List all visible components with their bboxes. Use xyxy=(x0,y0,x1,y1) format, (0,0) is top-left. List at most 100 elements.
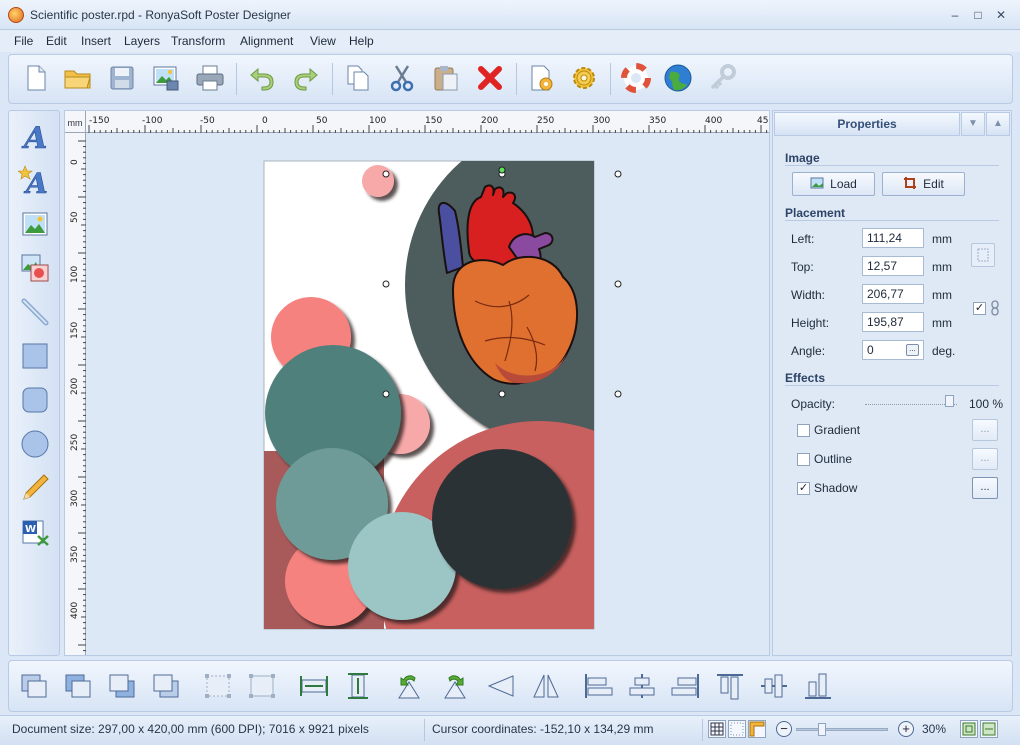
clipart-icon[interactable] xyxy=(18,251,52,285)
print-icon[interactable] xyxy=(193,61,227,95)
paste-icon[interactable] xyxy=(429,61,463,95)
handle-middle-left[interactable] xyxy=(382,280,390,288)
close-button[interactable]: ✕ xyxy=(991,7,1011,23)
zoom-slider-track[interactable] xyxy=(796,728,888,731)
handle-middle-right[interactable] xyxy=(614,280,622,288)
options-gear-icon[interactable] xyxy=(567,61,601,95)
zoom-out-icon[interactable]: − xyxy=(776,721,792,737)
reset-size-button[interactable] xyxy=(971,243,995,267)
ungroup-icon[interactable] xyxy=(245,669,279,703)
rotation-handle[interactable] xyxy=(498,166,506,174)
height-field[interactable] xyxy=(862,312,924,332)
rounded-rectangle-icon[interactable] xyxy=(18,383,52,417)
group-icon[interactable] xyxy=(201,669,235,703)
menu-layers[interactable]: Layers xyxy=(124,34,160,48)
handle-bottom-left[interactable] xyxy=(382,390,390,398)
rulers-icon[interactable] xyxy=(748,720,766,738)
charcoal-circle[interactable] xyxy=(432,449,572,589)
handle-bottom-middle[interactable] xyxy=(498,390,506,398)
web-globe-icon[interactable] xyxy=(661,61,695,95)
text-icon[interactable]: A xyxy=(18,119,52,153)
align-center-icon[interactable] xyxy=(625,669,659,703)
align-right-icon[interactable] xyxy=(669,669,703,703)
send-backward-icon[interactable] xyxy=(105,669,139,703)
cut-icon[interactable] xyxy=(385,61,419,95)
gradient-settings-button[interactable]: ... xyxy=(972,419,998,441)
align-left-icon[interactable] xyxy=(581,669,615,703)
poster-canvas[interactable] xyxy=(65,111,770,656)
align-top-icon[interactable] xyxy=(713,669,747,703)
properties-header[interactable]: Properties xyxy=(774,112,960,136)
fit-height-icon[interactable] xyxy=(341,669,375,703)
opacity-slider-track[interactable] xyxy=(865,399,957,405)
effects-section-title: Effects xyxy=(785,371,826,385)
bring-to-front-icon[interactable] xyxy=(17,669,51,703)
canvas-area[interactable]: mm -150 -100 -50 0 50 100 150 200 250 30… xyxy=(64,110,770,656)
top-field[interactable] xyxy=(862,256,924,276)
collapse-icon[interactable]: ▼ xyxy=(961,112,985,136)
menu-edit[interactable]: Edit xyxy=(46,34,67,48)
line-icon[interactable] xyxy=(18,295,52,329)
bring-forward-icon[interactable] xyxy=(61,669,95,703)
export-image-icon[interactable] xyxy=(149,61,183,95)
redo-icon[interactable] xyxy=(289,61,323,95)
left-field[interactable] xyxy=(862,228,924,248)
align-bottom-icon[interactable] xyxy=(801,669,835,703)
art-text-icon[interactable]: A xyxy=(18,163,52,197)
zoom-slider-thumb[interactable] xyxy=(818,723,826,736)
new-file-icon[interactable] xyxy=(19,61,53,95)
save-icon[interactable] xyxy=(105,61,139,95)
copy-icon[interactable] xyxy=(341,61,375,95)
grid-icon[interactable] xyxy=(708,720,726,738)
menu-insert[interactable]: Insert xyxy=(81,34,111,48)
pencil-icon[interactable] xyxy=(18,471,52,505)
maximize-button[interactable]: □ xyxy=(968,7,988,23)
page-settings-icon[interactable] xyxy=(525,61,559,95)
menu-alignment[interactable]: Alignment xyxy=(240,34,293,48)
outline-checkbox[interactable] xyxy=(797,453,810,466)
menu-view[interactable]: View xyxy=(310,34,336,48)
menu-help[interactable]: Help xyxy=(349,34,374,48)
fit-width-zoom-icon[interactable] xyxy=(980,720,998,738)
lock-ratio-checkbox[interactable]: ✓ xyxy=(973,302,986,315)
word-document-icon[interactable]: W xyxy=(18,515,52,549)
expand-icon[interactable]: ▲ xyxy=(986,112,1010,136)
load-image-button[interactable]: Load xyxy=(792,172,875,196)
align-middle-icon[interactable] xyxy=(757,669,791,703)
register-key-icon[interactable] xyxy=(705,61,739,95)
rectangle-icon[interactable] xyxy=(18,339,52,373)
ellipse-icon[interactable] xyxy=(18,427,52,461)
flip-vertical-icon[interactable] xyxy=(529,669,563,703)
delete-icon[interactable] xyxy=(473,61,507,95)
send-to-back-icon[interactable] xyxy=(149,669,183,703)
open-folder-icon[interactable] xyxy=(61,61,95,95)
handle-bottom-right[interactable] xyxy=(614,390,622,398)
outline-settings-button[interactable]: ... xyxy=(972,448,998,470)
image-icon[interactable] xyxy=(18,207,52,241)
gradient-checkbox[interactable] xyxy=(797,424,810,437)
fit-page-icon[interactable] xyxy=(960,720,978,738)
menu-transform[interactable]: Transform xyxy=(171,34,225,48)
width-unit: mm xyxy=(932,288,952,302)
width-field[interactable] xyxy=(862,284,924,304)
edit-image-button[interactable]: Edit xyxy=(882,172,965,196)
dot-grid-icon[interactable] xyxy=(728,720,746,738)
flip-horizontal-icon[interactable] xyxy=(485,669,519,703)
handle-top-left[interactable] xyxy=(382,170,390,178)
opacity-slider-thumb[interactable] xyxy=(945,395,954,407)
rotate-right-icon[interactable] xyxy=(437,669,471,703)
help-lifebuoy-icon[interactable] xyxy=(619,61,653,95)
shadow-settings-button[interactable]: ... xyxy=(972,477,998,499)
menu-file[interactable]: File xyxy=(14,34,33,48)
shadow-checkbox[interactable]: ✓ xyxy=(797,482,810,495)
left-unit: mm xyxy=(932,232,952,246)
pink-circle-top[interactable] xyxy=(362,165,394,197)
placement-section-title: Placement xyxy=(785,206,846,220)
rotate-left-icon[interactable] xyxy=(393,669,427,703)
zoom-in-icon[interactable]: + xyxy=(898,721,914,737)
minimize-button[interactable]: – xyxy=(945,7,965,23)
fit-width-icon[interactable] xyxy=(297,669,331,703)
angle-picker-button[interactable]: ... xyxy=(906,344,919,356)
handle-top-right[interactable] xyxy=(614,170,622,178)
undo-icon[interactable] xyxy=(245,61,279,95)
